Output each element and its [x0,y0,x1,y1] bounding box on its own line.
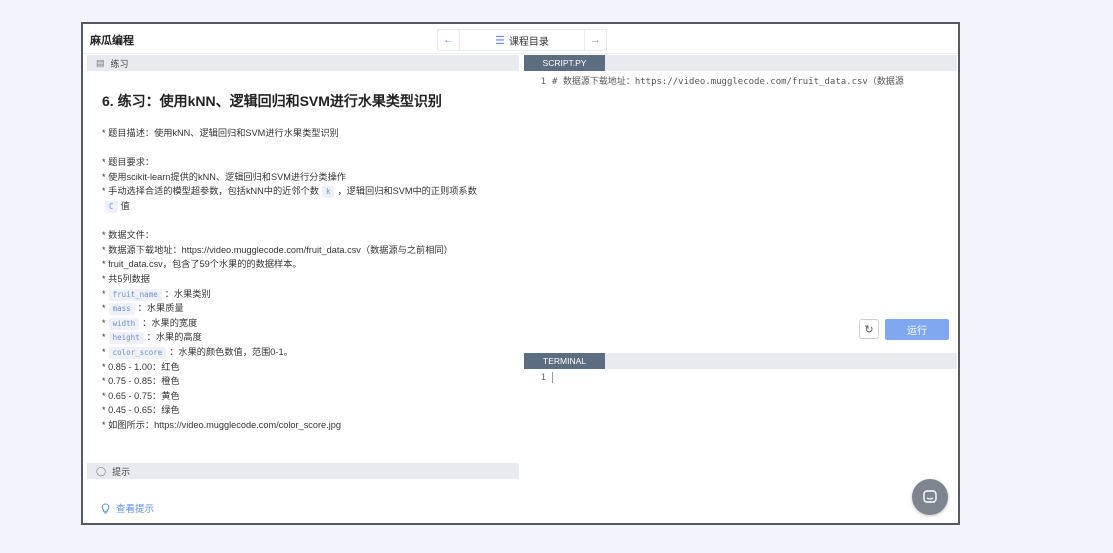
code-panel: SCRIPT.PY 1 # 数据源下载地址：https://video.muggl… [524,55,957,521]
exercise-description: * 题目描述：使用kNN、逻辑回归和SVM进行水果类型识别 * 题目要求： * … [102,126,509,432]
code-line: 1 # 数据源下载地址：https://video.mugglecode.com/… [524,74,957,87]
course-catalog-button[interactable]: ☰ 课程目录 [459,30,585,50]
line-number: 1 [540,373,546,383]
brand-logo[interactable]: 麻瓜编程 [90,32,134,48]
text-line: * 题目要求： [102,157,155,168]
chat-support-button[interactable] [912,479,948,515]
exercise-section-header: ▤ 练习 [87,55,519,71]
tips-content: 查看提示 [87,479,519,529]
text-line: * width ：水果的宽度 [102,317,198,330]
text-line: * 数据文件： [102,230,155,241]
text-line: * 共5列数据 [102,273,150,284]
arrow-right-icon: → [590,34,601,46]
text-line: * 0.85 - 1.00：红色 [102,361,180,372]
refresh-icon: ↻ [864,322,874,336]
tips-section-header: ◯ 提示 [87,463,519,479]
tab-terminal[interactable]: TERMINAL [524,353,605,369]
inline-code: mass [108,303,135,316]
app-frame: 麻瓜编程 ← ☰ 课程目录 → ▤ 练习 6. 练习：使用kNN、逻辑回归和SV… [81,22,960,525]
text-line: * 使用scikit-learn提供的kNN、逻辑回归和SVM进行分类操作 [102,171,346,182]
editor-tab-bar: SCRIPT.PY [524,55,957,71]
next-lesson-button[interactable]: → [585,30,606,50]
inline-code: C [105,200,118,213]
arrow-left-icon: ← [443,34,454,46]
text-line: * 手动选择合适的模型超参数，包括kNN中的近邻个数 k ，逻辑回归和SVM中的正则… [102,186,477,199]
inline-code: height [108,332,144,345]
text-line: * mass ：水果质量 [102,303,184,316]
text-line: * 数据源下载地址：https://video.mugglecode.com/f… [102,244,453,255]
code-text: # 数据源下载地址：https://video.mugglecode.com/f… [552,77,904,87]
text-line: C值 [102,199,509,214]
text-line: * 题目描述：使用kNN、逻辑回归和SVM进行水果类型识别 [102,128,339,138]
line-number: 1 [540,77,546,87]
terminal-line: 1 [524,372,553,383]
text-cursor [552,372,553,383]
view-tips-label: 查看提示 [116,504,155,515]
terminal-output[interactable]: 1 [524,369,957,519]
tab-script-py[interactable]: SCRIPT.PY [524,55,605,71]
inline-code: k [321,186,335,199]
exercise-title: 6. 练习：使用kNN、逻辑回归和SVM进行水果类型识别 [102,93,442,109]
chat-icon [923,490,937,503]
inline-code: fruit_name [108,288,162,301]
course-catalog-label: 课程目录 [508,36,549,48]
exercise-panel: ▤ 练习 6. 练习：使用kNN、逻辑回归和SVM进行水果类型识别 * 题目描述… [87,55,519,521]
text-line: * color_score ：水果的颜色数值，范围0-1。 [102,346,293,359]
lightbulb-icon [101,502,110,513]
text-line: * height ：水果的高度 [102,332,202,345]
inline-code: width [108,317,140,330]
top-bar: 麻瓜编程 ← ☰ 课程目录 → [83,24,958,54]
text-line: * 如图所示：https://video.mugglecode.com/colo… [102,419,341,430]
code-editor[interactable]: 1 # 数据源下载地址：https://video.mugglecode.com/… [524,71,957,340]
run-button[interactable]: 运行 [885,319,949,340]
view-tips-link[interactable]: 查看提示 [101,501,154,515]
tips-section-label: 提示 [112,466,131,477]
prev-lesson-button[interactable]: ← [438,30,459,50]
text-line: * 0.45 - 0.65：绿色 [102,405,180,416]
text-line: * 0.75 - 0.85：橙色 [102,376,180,387]
document-icon: ▤ [96,57,105,68]
check-circle-icon: ◯ [96,465,107,476]
menu-icon: ☰ [495,34,505,47]
text-line: * fruit_data.csv，包含了59个水果的的数据样本。 [102,259,302,270]
reset-button[interactable]: ↻ [859,319,879,339]
exercise-content[interactable]: 6. 练习：使用kNN、逻辑回归和SVM进行水果类型识别 * 题目描述：使用kN… [87,71,519,463]
text-line: * 0.65 - 0.75：黄色 [102,390,180,401]
text-line: * fruit_name ：水果类别 [102,288,211,301]
terminal-tab-bar: TERMINAL [524,353,957,369]
inline-code: color_score [108,346,167,359]
exercise-section-label: 练习 [110,58,129,69]
course-nav: ← ☰ 课程目录 → [437,29,607,51]
